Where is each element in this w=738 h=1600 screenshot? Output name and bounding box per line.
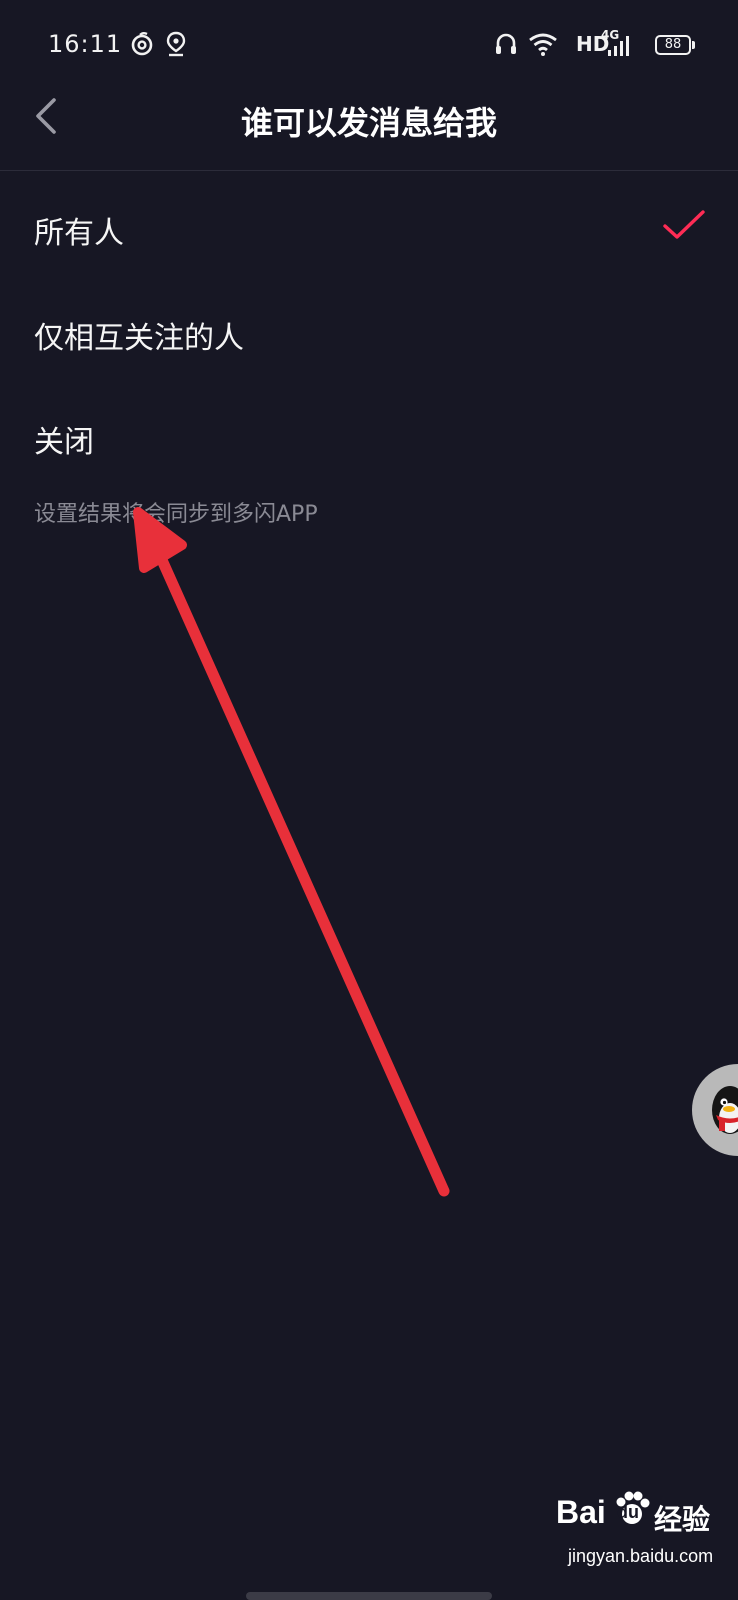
watermark-brand-a: Bai bbox=[556, 1494, 606, 1530]
option-label: 关闭 bbox=[34, 425, 94, 460]
checkmark-icon bbox=[663, 210, 705, 239]
option-everyone[interactable]: 所有人 bbox=[0, 180, 738, 280]
status-bar: 16:11 HD 4G 88 bbox=[0, 0, 738, 90]
status-time: 16:11 bbox=[48, 30, 123, 58]
option-label: 仅相互关注的人 bbox=[34, 321, 244, 356]
location-icon bbox=[166, 31, 186, 57]
netease-music-icon bbox=[131, 32, 153, 56]
qq-penguin-icon bbox=[712, 1086, 738, 1134]
wifi-icon bbox=[529, 33, 557, 56]
baidu-watermark: Bai du 经验 jingyan.baidu.com bbox=[556, 1488, 726, 1580]
watermark-domain: jingyan.baidu.com bbox=[568, 1546, 714, 1566]
page-title: 谁可以发消息给我 bbox=[240, 104, 497, 142]
watermark-brand-b: du bbox=[617, 1502, 639, 1522]
option-mutual-follow[interactable]: 仅相互关注的人 bbox=[0, 285, 738, 385]
watermark-brand-suffix: 经验 bbox=[654, 1504, 711, 1535]
headphones-icon bbox=[496, 33, 516, 54]
battery-icon: 88 bbox=[655, 35, 695, 55]
nav-bar: 谁可以发消息给我 bbox=[0, 80, 738, 171]
sync-hint: 设置结果将会同步到多闪APP bbox=[34, 502, 318, 527]
home-indicator[interactable] bbox=[246, 1592, 492, 1600]
signal-icon bbox=[608, 36, 629, 56]
battery-level: 88 bbox=[664, 37, 682, 52]
floating-qq-button[interactable] bbox=[692, 1064, 738, 1156]
option-label: 所有人 bbox=[34, 216, 124, 251]
option-off[interactable]: 关闭 bbox=[0, 389, 738, 489]
